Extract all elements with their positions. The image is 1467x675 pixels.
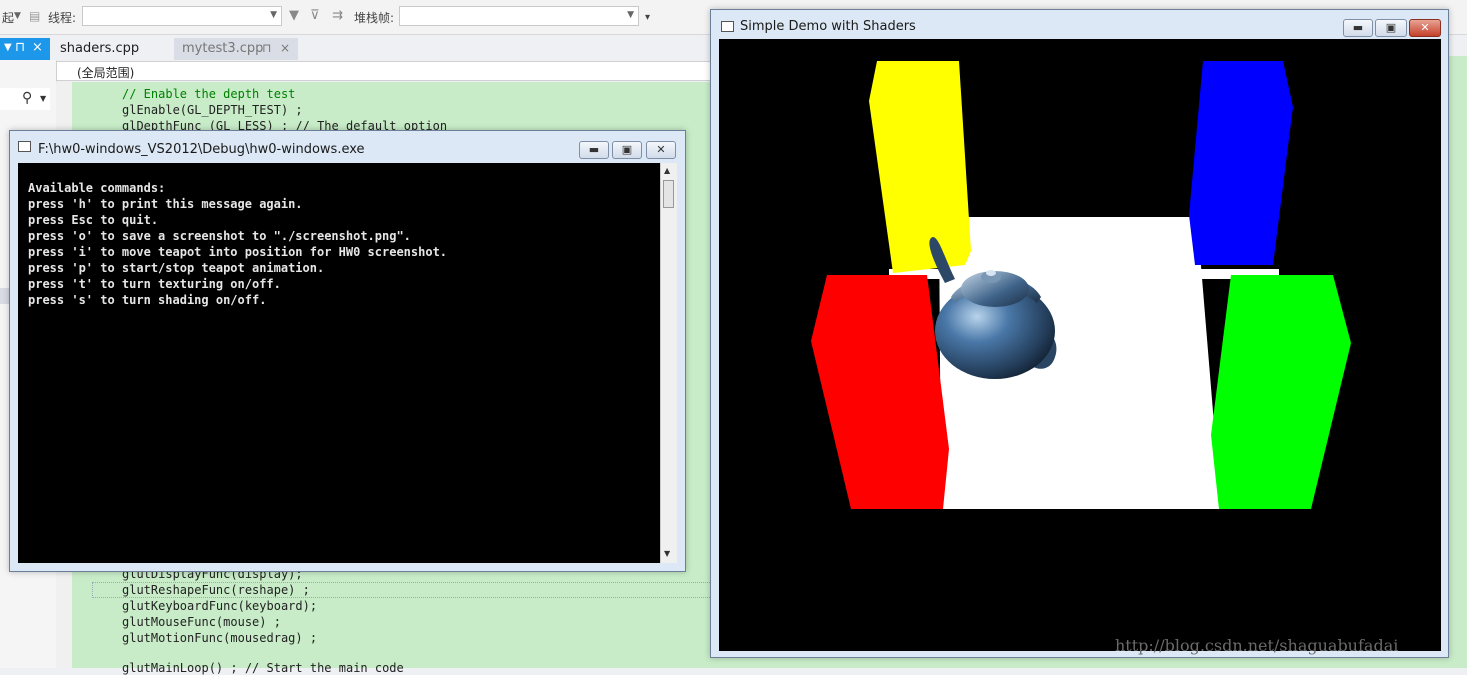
- stack-frame-label: 堆栈帧:: [354, 11, 395, 25]
- code-line: glutMotionFunc(mousedrag) ;: [122, 631, 318, 645]
- tab-label: mytest3.cpp: [182, 41, 264, 56]
- code-line: glutMainLoop() ; // Start the main code: [122, 661, 404, 675]
- close-icon: ✕: [1420, 21, 1430, 34]
- scroll-down-icon[interactable]: ▼: [664, 549, 670, 558]
- tab-shaders-cpp[interactable]: shaders.cpp: [52, 38, 170, 60]
- minimize-icon: ▬: [1352, 21, 1364, 34]
- process-icon[interactable]: ▤: [29, 9, 40, 23]
- minimize-icon: ▬: [588, 143, 600, 156]
- gl-app-icon[interactable]: [721, 21, 734, 32]
- thread-label: 线程:: [48, 11, 77, 25]
- editor-right-edge: [1449, 56, 1467, 668]
- close-icon: ✕: [656, 143, 666, 156]
- gl-window-title: Simple Demo with Shaders: [740, 19, 916, 34]
- thread-combobox[interactable]: ▼: [82, 6, 282, 26]
- console-line: press Esc to quit.: [28, 213, 159, 227]
- console-line: press 'h' to print this message again.: [28, 197, 303, 211]
- search-box[interactable]: ⚲ ▼: [0, 88, 50, 110]
- toolbar-overflow-icon[interactable]: ▾: [645, 12, 650, 23]
- console-line: press 'i' to move teapot into position f…: [28, 245, 448, 259]
- maximize-button[interactable]: ▣: [1375, 19, 1407, 37]
- gl-viewport[interactable]: [719, 39, 1441, 651]
- maximize-icon: ▣: [621, 143, 633, 156]
- console-app-icon[interactable]: [18, 141, 31, 152]
- chevron-down-icon[interactable]: ▼: [40, 94, 46, 103]
- maximize-button[interactable]: ▣: [612, 141, 642, 159]
- tool-window-tab[interactable]: ▼ ⊓ ×: [0, 38, 50, 60]
- minimize-button[interactable]: ▬: [579, 141, 609, 159]
- code-line: // Enable the depth test: [122, 87, 296, 101]
- chevron-down-icon: ▼: [270, 10, 277, 20]
- thread-expand-icon[interactable]: ⇉: [332, 8, 343, 23]
- pin-icon[interactable]: ⊓: [262, 41, 271, 55]
- tab-mytest3-cpp[interactable]: mytest3.cpp ⊓ ×: [174, 38, 298, 60]
- code-line: glutReshapeFunc(reshape) ;: [122, 583, 310, 597]
- scrollbar-thumb[interactable]: [663, 180, 674, 208]
- filter-toggle-icon[interactable]: ⊽: [310, 8, 320, 23]
- chevron-down-icon: ▼: [627, 10, 634, 20]
- close-button[interactable]: ✕: [646, 141, 676, 159]
- opengl-window[interactable]: Simple Demo with Shaders ▬ ▣ ✕: [710, 9, 1449, 658]
- pin-icon[interactable]: ⊓: [15, 40, 25, 55]
- vertical-scrollbar[interactable]: ▲ ▼: [660, 163, 677, 563]
- console-line: press 'o' to save a screenshot to "./scr…: [28, 229, 411, 243]
- yellow-pillar: [869, 61, 971, 273]
- blue-pillar: [1189, 61, 1293, 265]
- scroll-up-icon[interactable]: ▲: [664, 166, 670, 175]
- code-line: glEnable(GL_DEPTH_TEST) ;: [122, 103, 303, 117]
- code-line: glutKeyboardFunc(keyboard);: [122, 599, 318, 613]
- green-pillar: [1211, 275, 1351, 509]
- chevron-down-icon[interactable]: ▼: [14, 11, 21, 21]
- minimize-button[interactable]: ▬: [1343, 19, 1373, 37]
- watermark-text: http://blog.csdn.net/shaguabufadai: [1115, 636, 1399, 655]
- console-output[interactable]: Available commands: press 'h' to print t…: [18, 163, 660, 563]
- chevron-down-icon[interactable]: ▼: [4, 42, 12, 53]
- console-line: Available commands:: [28, 181, 166, 195]
- close-icon[interactable]: ×: [280, 41, 290, 55]
- maximize-icon: ▣: [1385, 21, 1397, 34]
- toolbar-truncated-label: 起: [2, 11, 15, 25]
- stack-frame-combobox[interactable]: ▼: [399, 6, 639, 26]
- rendered-scene: [811, 61, 1351, 509]
- console-line: press 's' to turn shading on/off.: [28, 293, 267, 307]
- close-button[interactable]: ✕: [1409, 19, 1441, 37]
- console-line: press 'p' to start/stop teapot animation…: [28, 261, 325, 275]
- code-line: glutMouseFunc(mouse) ;: [122, 615, 281, 629]
- red-pillar: [811, 275, 949, 509]
- close-icon[interactable]: ×: [32, 40, 43, 55]
- scope-label: (全局范围): [77, 66, 135, 80]
- search-icon[interactable]: ⚲: [22, 90, 32, 106]
- console-window[interactable]: F:\hw0-windows_VS2012\Debug\hw0-windows.…: [9, 130, 686, 572]
- console-title: F:\hw0-windows_VS2012\Debug\hw0-windows.…: [38, 142, 365, 157]
- tab-label: shaders.cpp: [60, 41, 140, 56]
- console-line: press 't' to turn texturing on/off.: [28, 277, 281, 291]
- filter-icon[interactable]: ▼: [289, 8, 299, 23]
